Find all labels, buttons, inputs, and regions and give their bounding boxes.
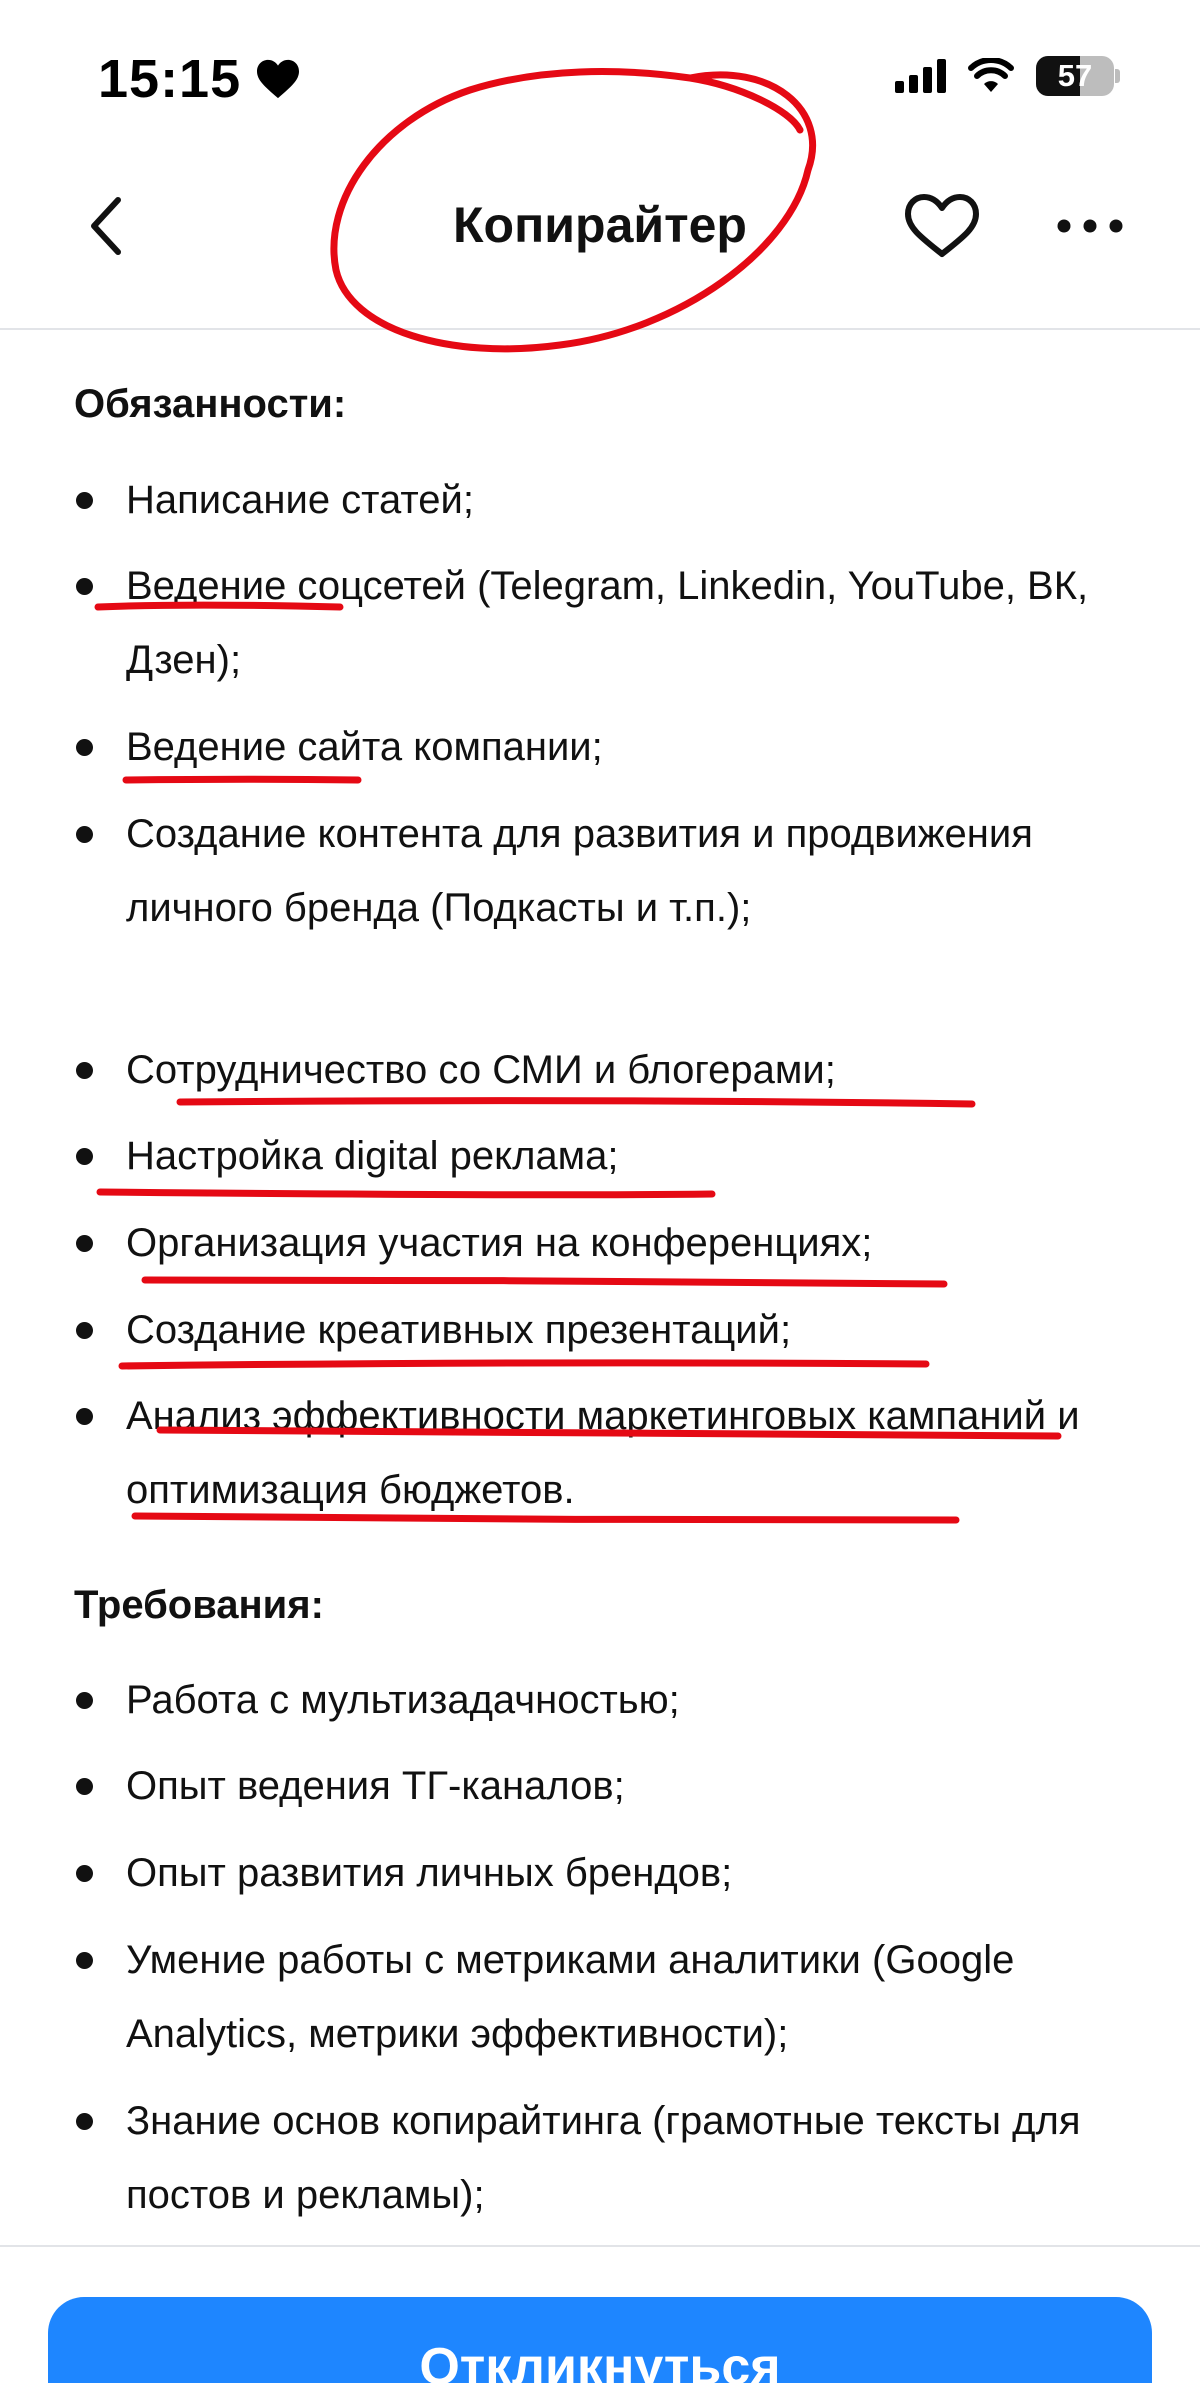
battery-level: 57	[1057, 58, 1093, 93]
status-bar: 15:15 57	[0, 0, 1200, 150]
bullet	[76, 1062, 93, 1079]
underline-annotation	[141, 1276, 948, 1288]
apply-button[interactable]: Откликнуться	[48, 2297, 1152, 2383]
list-item: Опыт развития личных брендов;	[126, 1851, 733, 1895]
bullet	[76, 1235, 93, 1252]
nav-bar: Копирайтер	[0, 150, 1200, 330]
requirements-heading: Требования:	[74, 1583, 324, 1627]
bullet	[76, 1692, 93, 1709]
heart-icon	[257, 59, 300, 99]
list-item: Сотрудничество со СМИ и блогерами;	[126, 1048, 836, 1092]
list-item: Создание креативных презентаций;	[126, 1308, 792, 1352]
bullet	[76, 1408, 93, 1425]
cellular-signal-icon	[895, 59, 946, 93]
bullet	[76, 578, 93, 595]
list-item: Анализ эффективности маркетинговых кампа…	[126, 1394, 1080, 1512]
responsibilities-heading: Обязанности:	[74, 382, 347, 426]
more-options-icon[interactable]	[1050, 186, 1130, 266]
list-item: Настройка digital реклама;	[126, 1134, 619, 1178]
bullet	[76, 1322, 93, 1339]
page-title: Копирайтер	[453, 197, 747, 253]
bullet	[76, 492, 93, 509]
battery-icon: 57	[1036, 56, 1120, 96]
list-item: Написание статей;	[126, 478, 474, 522]
list-item: Создание контента для развития и продвиж…	[126, 812, 1033, 930]
list-item: Ведение соцсетей (Telegram, Linkedin, Yo…	[126, 564, 1089, 682]
bullet	[76, 1148, 93, 1165]
wifi-icon	[968, 58, 1014, 92]
bullet	[76, 739, 93, 756]
bullet	[76, 1952, 93, 1969]
bullet	[76, 2113, 93, 2130]
list-item: Умение работы с метриками аналитики (Goo…	[126, 1938, 1015, 2056]
bullet	[76, 826, 93, 843]
bullet	[76, 1865, 93, 1882]
list-item: Ведение сайта компании;	[126, 725, 603, 769]
status-indicators: 57	[895, 56, 1120, 96]
favorite-heart-icon[interactable]	[900, 186, 984, 266]
bullet	[76, 1778, 93, 1795]
list-item: Работа с мультизадачностью;	[126, 1678, 680, 1722]
status-time: 15:15	[98, 48, 301, 110]
list-item: Опыт ведения ТГ-каналов;	[126, 1764, 625, 1808]
list-item: Организация участия на конференциях;	[126, 1221, 873, 1265]
list-item: Знание основ копирайтинга (грамотные тек…	[126, 2099, 1081, 2217]
status-time-text: 15:15	[98, 49, 242, 109]
bottom-divider	[0, 2245, 1200, 2247]
